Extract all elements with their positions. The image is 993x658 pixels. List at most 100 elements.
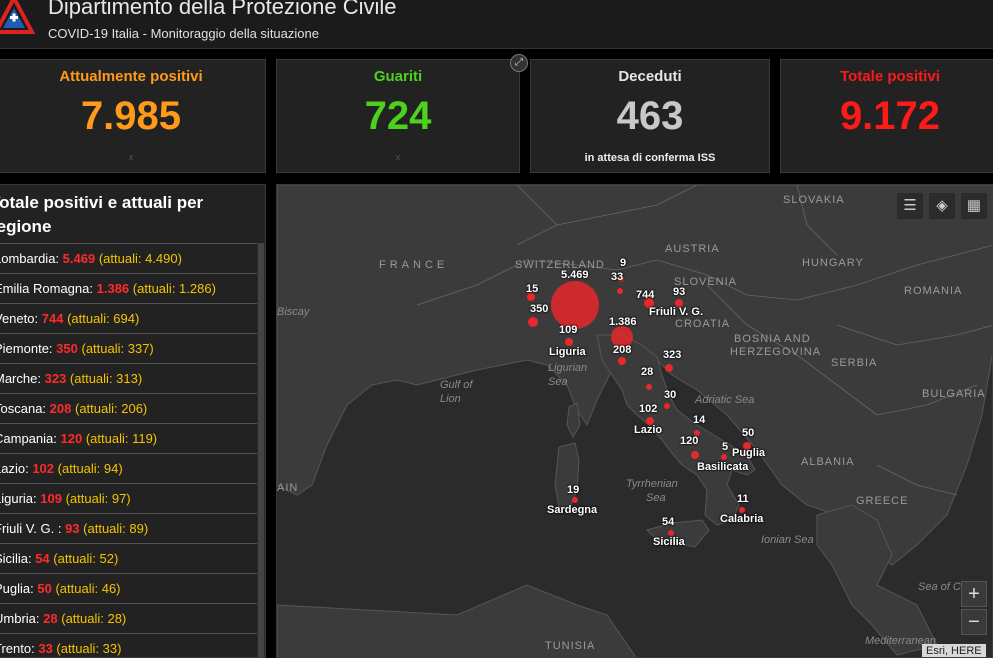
card-value: 9.172 — [839, 94, 941, 138]
region-list-item[interactable]: Liguria: 109 (attuali: 97) — [0, 483, 257, 513]
marker-label: Calabria — [720, 513, 764, 525]
marker-liguria — [565, 338, 573, 346]
map-label-sea: Adriatic Sea — [695, 394, 755, 406]
region-name: Marche: — [0, 371, 41, 386]
map-label-country: TUNISIA — [545, 640, 596, 652]
region-list-item[interactable]: Emilia Romagna: 1.386 (attuali: 1.286) — [0, 273, 257, 303]
zoom-in-button[interactable]: + — [961, 581, 987, 607]
map-label-sea: Ionian Sea — [761, 534, 814, 546]
region-current: (attuali: 46) — [55, 581, 121, 596]
region-list-item[interactable]: Toscana: 208 (attuali: 206) — [0, 393, 257, 423]
region-current: (attuali: 4.490) — [98, 251, 182, 266]
marker-label: 208 — [613, 344, 632, 356]
card-note: x — [128, 152, 134, 162]
map-label-country: AIN — [277, 482, 299, 494]
region-name: Lazio: — [0, 461, 29, 476]
region-list-item[interactable]: Trento: 33 (attuali: 33) — [0, 633, 257, 657]
card-guariti: Guariti 724 x — [276, 59, 520, 173]
map-canvas[interactable] — [277, 185, 993, 658]
region-total: 1.386 — [96, 281, 130, 296]
map-label-country: BULGARIA — [922, 388, 986, 400]
map-label-country: GREECE — [856, 495, 909, 507]
card-value: 724 — [364, 94, 432, 138]
marker-label: 744 — [636, 289, 655, 301]
marker-label: 120 — [680, 435, 699, 447]
map-label-country: HERZEGOVINA — [730, 346, 822, 358]
region-name: Piemonte: — [0, 341, 53, 356]
card-deceduti: Deceduti 463 in attesa di conferma ISS — [530, 59, 770, 173]
region-current: (attuali: 1.286) — [132, 281, 216, 296]
region-list-item[interactable]: Sicilia: 54 (attuali: 52) — [0, 543, 257, 573]
region-list-item[interactable]: Campania: 120 (attuali: 119) — [0, 423, 257, 453]
marker-label: Sardegna — [547, 504, 598, 516]
map-label-country: BOSNIA AND — [734, 333, 811, 345]
marker-label: Liguria — [549, 346, 586, 358]
region-current: (attuali: 337) — [81, 341, 154, 356]
panel-title: Totale positivi e attuali per regione — [0, 193, 204, 236]
region-name: Puglia: — [0, 581, 34, 596]
marker-label: 102 — [639, 403, 658, 415]
marker-label: 323 — [663, 349, 682, 361]
region-total: 54 — [35, 551, 50, 566]
marker-label: 28 — [641, 366, 654, 378]
region-current: (attuali: 206) — [75, 401, 148, 416]
regions-panel: Totale positivi e attuali per regione Lo… — [0, 184, 266, 658]
card-totale-positivi: Totale positivi 9.172 — [780, 59, 993, 173]
marker-marche — [665, 364, 673, 372]
marker-label: 350 — [530, 303, 549, 315]
zoom-out-button[interactable]: − — [961, 609, 987, 635]
region-list-item[interactable]: Veneto: 744 (attuali: 694) — [0, 303, 257, 333]
marker-label: 30 — [664, 389, 677, 401]
map-label-sea: Ligurian — [548, 362, 588, 374]
map-label-country: CROATIA — [675, 318, 731, 330]
card-value: 463 — [616, 94, 684, 138]
card-attualmente-positivi: Attualmente positivi 7.985 x — [0, 59, 266, 173]
map-label-country: SERBIA — [831, 357, 878, 369]
region-list-item[interactable]: Friuli V. G. : 93 (attuali: 89) — [0, 513, 257, 543]
region-name: Toscana: — [0, 401, 47, 416]
region-current: (attuali: 119) — [85, 431, 158, 446]
marker-sardegna — [572, 497, 578, 503]
scrollbar-thumb[interactable] — [258, 243, 264, 657]
map-label-sea: Tyrrhenian — [626, 478, 678, 490]
card-value: 7.985 — [80, 94, 182, 138]
marker-basilicata — [721, 454, 727, 460]
protezione-civile-logo-icon — [0, 0, 36, 34]
region-list-item[interactable]: Lazio: 102 (attuali: 94) — [0, 453, 257, 483]
panel-scrollbar[interactable] — [257, 243, 265, 657]
region-total: 50 — [37, 581, 52, 596]
marker-label: 50 — [742, 427, 755, 439]
region-current: (attuali: 89) — [83, 521, 149, 536]
region-name: Sicilia: — [0, 551, 32, 566]
marker-label: Basilicata — [697, 461, 749, 473]
region-list-item[interactable]: Piemonte: 350 (attuali: 337) — [0, 333, 257, 363]
region-current: (attuali: 33) — [56, 641, 122, 656]
map-label-country: ALBANIA — [801, 456, 855, 468]
basemap-gallery-icon[interactable]: ▦ — [961, 193, 987, 219]
region-total: 5.469 — [62, 251, 96, 266]
marker-toscana — [618, 357, 626, 365]
layers-icon[interactable]: ◈ — [929, 193, 955, 219]
region-list-item[interactable]: Umbria: 28 (attuali: 28) — [0, 603, 257, 633]
region-total: 33 — [38, 641, 53, 656]
region-list-item[interactable]: Lombardia: 5.469 (attuali: 4.490) — [0, 243, 257, 273]
region-total: 350 — [56, 341, 78, 356]
page-title: Dipartimento della Protezione Civile — [48, 0, 397, 19]
legend-list-icon[interactable]: ☰ — [897, 193, 923, 219]
map-label-sea: Biscay — [277, 306, 310, 318]
marker-label: 109 — [559, 324, 578, 336]
app-header: Dipartimento della Protezione Civile COV… — [0, 0, 993, 49]
region-list-item[interactable]: Puglia: 50 (attuali: 46) — [0, 573, 257, 603]
marker-label: 5.469 — [561, 269, 589, 281]
map-label-country: ROMANIA — [904, 285, 963, 297]
marker-label: 9 — [620, 257, 627, 269]
map-view[interactable]: FRANCE SWITZERLAND AUSTRIA SLOVENIA CROA… — [276, 184, 993, 658]
region-total: 744 — [41, 311, 64, 326]
marker-label: 93 — [673, 286, 686, 298]
map-attribution[interactable]: Esri, HERE — [922, 644, 986, 657]
marker-lombardia — [551, 281, 599, 329]
expand-icon[interactable]: ⤢ — [510, 54, 528, 72]
region-current: (attuali: 52) — [53, 551, 119, 566]
region-list-item[interactable]: Marche: 323 (attuali: 313) — [0, 363, 257, 393]
region-name: Emilia Romagna: — [0, 281, 93, 296]
